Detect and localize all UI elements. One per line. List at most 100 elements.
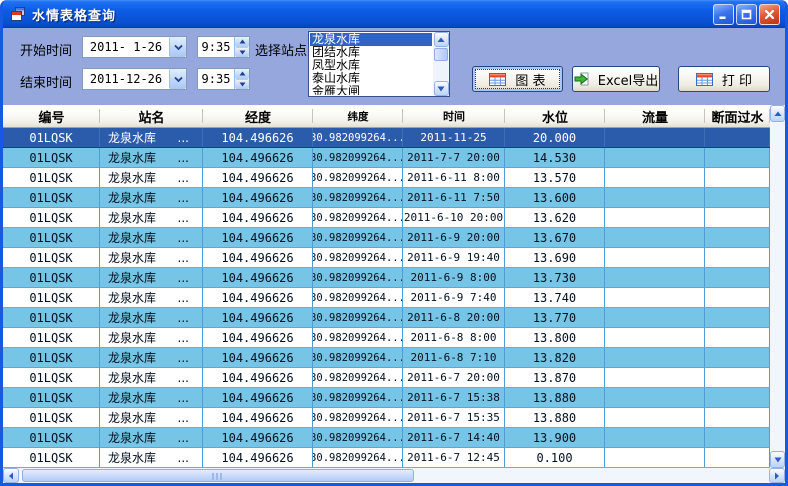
cell: 30.982099264... — [313, 188, 403, 207]
table-row[interactable]: 01LQSK龙泉水库...104.49662630.982099264...20… — [3, 148, 770, 168]
cell — [605, 248, 705, 267]
start-time-spin-down-button[interactable] — [235, 47, 249, 58]
end-date-picker[interactable]: 2011-12-26 — [82, 68, 187, 90]
table-row[interactable]: 01LQSK龙泉水库...104.49662630.982099264...20… — [3, 268, 770, 288]
start-time-spin-up-button[interactable] — [235, 37, 249, 47]
cell: 14.530 — [505, 148, 605, 167]
column-header-7[interactable]: 断面过水 — [705, 105, 770, 127]
cell — [605, 288, 705, 307]
scroll-up-button[interactable] — [770, 105, 785, 122]
table-row[interactable]: 01LQSK龙泉水库...104.49662630.982099264...20… — [3, 368, 770, 388]
vertical-scrollbar[interactable] — [770, 105, 785, 468]
cell: 01LQSK — [3, 348, 100, 367]
scroll-down-button[interactable] — [770, 451, 785, 468]
cell: 01LQSK — [3, 288, 100, 307]
column-header-4[interactable]: 时间 — [403, 105, 505, 127]
print-button[interactable]: 打 印 — [678, 66, 770, 92]
table-row[interactable]: 01LQSK龙泉水库...104.49662630.982099264...20… — [3, 408, 770, 428]
table-row[interactable]: 01LQSK龙泉水库...104.49662630.982099264...20… — [3, 348, 770, 368]
end-time-spin-up-button[interactable] — [235, 69, 249, 79]
cell: 龙泉水库... — [100, 148, 203, 167]
cell: 2011-6-8 20:00 — [403, 308, 505, 327]
cell: 30.982099264... — [313, 268, 403, 287]
end-date-dropdown-button[interactable] — [169, 69, 186, 89]
app-window: 水情表格查询 开始时间 结束时间 选择站点 2011- 1-26 9:35 — [0, 0, 788, 486]
scroll-thumb[interactable] — [22, 469, 414, 482]
table-row[interactable]: 01LQSK龙泉水库...104.49662630.982099264...20… — [3, 188, 770, 208]
station-listbox-scrollbar[interactable] — [433, 32, 449, 96]
maximize-button[interactable] — [736, 4, 757, 25]
cell: 30.982099264... — [313, 448, 403, 467]
excel-export-button[interactable]: Excel导出 — [572, 66, 660, 92]
cell: 30.982099264... — [313, 128, 403, 147]
start-time-label: 开始时间 — [20, 40, 72, 59]
column-header-6[interactable]: 流量 — [605, 105, 705, 127]
end-time-spin-down-button[interactable] — [235, 79, 249, 90]
chevron-up-icon — [774, 111, 782, 117]
cell — [605, 408, 705, 427]
chevron-down-icon — [239, 50, 246, 55]
scroll-left-button[interactable] — [3, 468, 19, 483]
table-row[interactable]: 01LQSK龙泉水库...104.49662630.982099264...20… — [3, 168, 770, 188]
cell: 01LQSK — [3, 268, 100, 287]
column-header-1[interactable]: 站名 — [100, 105, 203, 127]
app-icon — [10, 6, 26, 22]
close-button[interactable] — [759, 4, 780, 25]
cell: 龙泉水库... — [100, 368, 203, 387]
cell: 2011-6-7 15:35 — [403, 408, 505, 427]
cell: 13.770 — [505, 308, 605, 327]
scroll-track[interactable] — [19, 468, 769, 483]
station-label: 选择站点 — [255, 40, 307, 59]
table-row[interactable]: 01LQSK龙泉水库...104.49662630.982099264...20… — [3, 388, 770, 408]
horizontal-scrollbar[interactable] — [3, 468, 785, 483]
end-time-label: 结束时间 — [20, 72, 72, 91]
end-time-value: 9:35 — [198, 69, 234, 89]
cell — [705, 288, 770, 307]
cell: 2011-6-10 20:00 — [403, 208, 505, 227]
column-header-3[interactable]: 纬度 — [313, 105, 403, 127]
close-icon — [763, 8, 776, 21]
cell — [605, 148, 705, 167]
scroll-thumb[interactable] — [434, 48, 448, 61]
table-row[interactable]: 01LQSK龙泉水库...104.49662630.982099264...20… — [3, 208, 770, 228]
chevron-down-icon — [774, 457, 782, 463]
table-row[interactable]: 01LQSK龙泉水库...104.49662630.982099264...20… — [3, 328, 770, 348]
cell — [605, 268, 705, 287]
scroll-right-button[interactable] — [769, 468, 785, 483]
table-body: 01LQSK龙泉水库...104.49662630.982099264...20… — [3, 128, 770, 468]
column-header-5[interactable]: 水位 — [505, 105, 605, 127]
chevron-down-icon — [239, 82, 246, 87]
chart-button[interactable]: 图 表 — [472, 66, 563, 92]
table-grid-icon — [696, 73, 713, 86]
scroll-up-button[interactable] — [434, 32, 449, 47]
start-date-dropdown-button[interactable] — [169, 37, 186, 57]
cell: 龙泉水库... — [100, 208, 203, 227]
cell: 2011-6-11 8:00 — [403, 168, 505, 187]
cell: 13.570 — [505, 168, 605, 187]
table-row[interactable]: 01LQSK龙泉水库...104.49662630.982099264...20… — [3, 228, 770, 248]
table-row[interactable]: 01LQSK龙泉水库...104.49662630.982099264...20… — [3, 308, 770, 328]
cell — [705, 268, 770, 287]
start-date-picker[interactable]: 2011- 1-26 — [82, 36, 187, 58]
station-option[interactable]: 金雁大闸 — [310, 85, 432, 95]
column-header-2[interactable]: 经度 — [203, 105, 313, 127]
start-time-spinner[interactable]: 9:35 — [197, 36, 250, 58]
cell: 01LQSK — [3, 168, 100, 187]
table-row[interactable]: 01LQSK龙泉水库...104.49662630.982099264...20… — [3, 428, 770, 448]
table-row[interactable]: 01LQSK龙泉水库...104.49662630.982099264...20… — [3, 128, 770, 148]
table-row[interactable]: 01LQSK龙泉水库...104.49662630.982099264...20… — [3, 448, 770, 468]
cell — [705, 328, 770, 347]
end-time-spinner[interactable]: 9:35 — [197, 68, 250, 90]
table-row[interactable]: 01LQSK龙泉水库...104.49662630.982099264...20… — [3, 248, 770, 268]
minimize-button[interactable] — [713, 4, 734, 25]
cell — [605, 368, 705, 387]
chevron-down-icon — [174, 44, 183, 51]
column-header-0[interactable]: 编号 — [3, 105, 100, 127]
cell: 0.100 — [505, 448, 605, 467]
table-row[interactable]: 01LQSK龙泉水库...104.49662630.982099264...20… — [3, 288, 770, 308]
maximize-icon — [740, 8, 753, 21]
scroll-down-button[interactable] — [434, 81, 449, 96]
station-listbox[interactable]: 龙泉水库团结水库凤型水库泰山水库金雁大闸 — [308, 31, 450, 97]
cell — [605, 388, 705, 407]
cell: 13.800 — [505, 328, 605, 347]
